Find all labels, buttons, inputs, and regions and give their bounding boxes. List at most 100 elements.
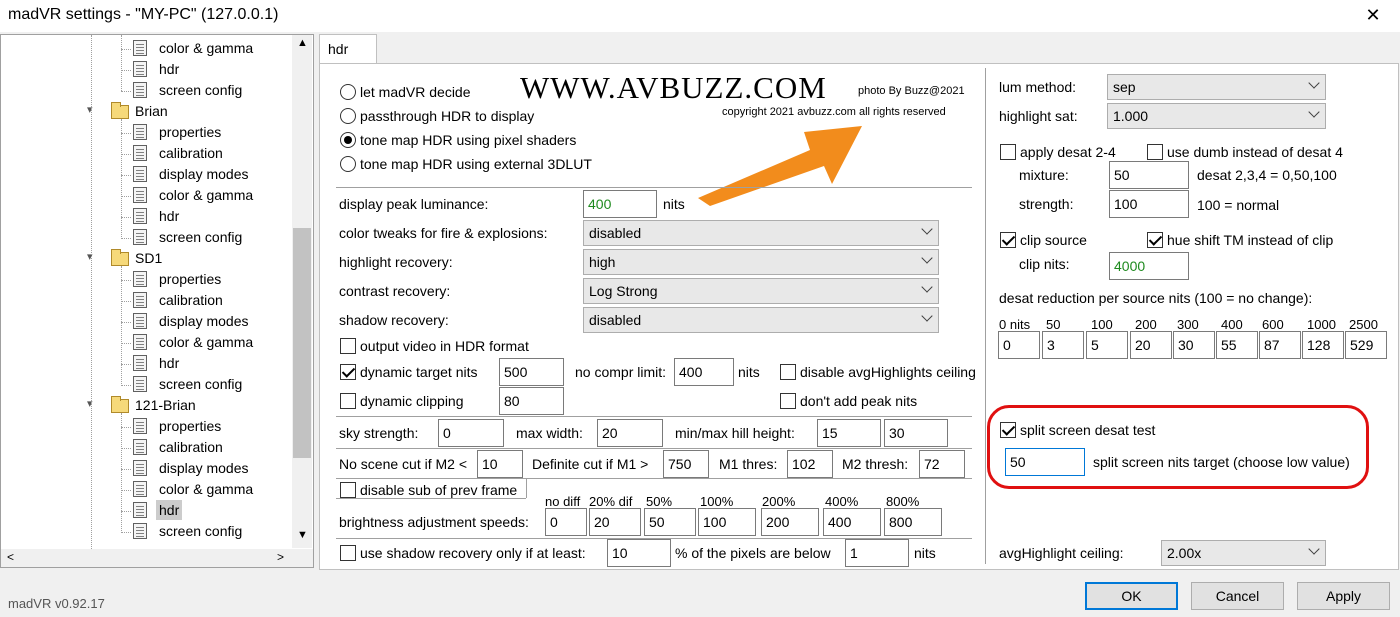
tree-item[interactable]: hdr	[156, 500, 183, 520]
definite-cut-input[interactable]: 750	[663, 450, 709, 478]
hdr-mode-radio[interactable]	[340, 132, 356, 148]
column-separator	[985, 68, 986, 564]
scroll-down-icon[interactable]: ▼	[297, 529, 308, 541]
brightness-speed-input[interactable]: 400	[823, 508, 881, 536]
tree-item[interactable]: hdr	[159, 59, 179, 79]
shadow-only-input[interactable]: 10	[607, 539, 671, 567]
tab-hdr[interactable]: hdr	[319, 34, 377, 64]
use-dumb-checkbox[interactable]	[1147, 144, 1163, 160]
disable-sub-checkbox[interactable]	[340, 482, 356, 498]
dont-add-peak-checkbox[interactable]	[780, 393, 796, 409]
close-icon[interactable]: ✕	[1346, 0, 1400, 32]
tree-item[interactable]: color & gamma	[159, 332, 253, 352]
apply-desat-checkbox[interactable]	[1000, 144, 1016, 160]
scroll-right-icon[interactable]: >	[277, 550, 284, 564]
no-compr-input[interactable]: 400	[674, 358, 734, 386]
hdr-mode-radio[interactable]	[340, 108, 356, 124]
tree-item[interactable]: screen config	[159, 80, 242, 100]
tree-scroll-thumb[interactable]	[293, 228, 311, 458]
tree-item[interactable]: color & gamma	[159, 38, 253, 58]
brightness-speed-input[interactable]: 800	[884, 508, 942, 536]
tree-item[interactable]: calibration	[159, 290, 223, 310]
tree-connector	[121, 301, 131, 302]
desat-value-input[interactable]: 55	[1216, 331, 1258, 359]
tree-item[interactable]: calibration	[159, 143, 223, 163]
separator	[336, 498, 526, 499]
strength-input[interactable]: 100	[1109, 190, 1189, 218]
dynamic-target-checkbox[interactable]	[340, 364, 356, 380]
clip-source-checkbox[interactable]	[1000, 232, 1016, 248]
max-hill-input[interactable]: 30	[884, 419, 948, 447]
tree-item[interactable]: hdr	[159, 353, 179, 373]
tree-item[interactable]: screen config	[159, 374, 242, 394]
desat-value-input[interactable]: 0	[998, 331, 1040, 359]
settings-page-icon	[133, 271, 147, 287]
brightness-speed-input[interactable]: 20	[589, 508, 641, 536]
tree-item[interactable]: properties	[159, 269, 221, 289]
color-tweaks-select[interactable]: disabled	[583, 220, 939, 246]
desat-value-input[interactable]: 30	[1173, 331, 1215, 359]
dynamic-clipping-checkbox[interactable]	[340, 393, 356, 409]
desat-value-input[interactable]: 20	[1130, 331, 1172, 359]
disable-avg-checkbox[interactable]	[780, 364, 796, 380]
tree-folder-item[interactable]: SD1	[135, 248, 162, 268]
dont-add-peak-label: don't add peak nits	[800, 393, 918, 409]
highlight-sat-select[interactable]: 1.000	[1107, 103, 1326, 129]
hdr-mode-radio[interactable]	[340, 156, 356, 172]
shadow-only-checkbox[interactable]	[340, 545, 356, 561]
sky-strength-input[interactable]: 0	[438, 419, 504, 447]
mixture-input[interactable]: 50	[1109, 161, 1189, 189]
tree-item[interactable]: properties	[159, 122, 221, 142]
hue-shift-checkbox[interactable]	[1147, 232, 1163, 248]
tree-item[interactable]: screen config	[159, 521, 242, 541]
highlight-recovery-select[interactable]: high	[583, 249, 939, 275]
scroll-left-icon[interactable]: <	[7, 550, 14, 564]
avg-ceiling-select[interactable]: 2.00x	[1161, 540, 1326, 566]
tree-item[interactable]: color & gamma	[159, 185, 253, 205]
tree-item[interactable]: hdr	[159, 206, 179, 226]
tree-item[interactable]: calibration	[159, 437, 223, 457]
brightness-speed-input[interactable]: 100	[698, 508, 756, 536]
settings-page-icon	[133, 334, 147, 350]
tree-item[interactable]: display modes	[159, 458, 249, 478]
tree-item[interactable]: properties	[159, 416, 221, 436]
desat-value-input[interactable]: 128	[1302, 331, 1344, 359]
desat-value-input[interactable]: 5	[1086, 331, 1128, 359]
tree-item[interactable]: display modes	[159, 164, 249, 184]
tree-item[interactable]: screen config	[159, 227, 242, 247]
tree-horizontal-scrollbar[interactable]: < >	[1, 549, 313, 567]
tree-folder-item[interactable]: Brian	[135, 101, 168, 121]
tree-item[interactable]: color & gamma	[159, 479, 253, 499]
display-peak-unit: nits	[663, 196, 685, 212]
m2-thresh-input[interactable]: 72	[919, 450, 965, 478]
hdr-mode-radio[interactable]	[340, 84, 356, 100]
no-scene-cut-input[interactable]: 10	[477, 450, 523, 478]
disable-sub-label: disable sub of prev frame	[360, 482, 518, 498]
settings-page-icon	[133, 124, 147, 140]
m1-thres-input[interactable]: 102	[787, 450, 833, 478]
shadow-recovery-select[interactable]: disabled	[583, 307, 939, 333]
contrast-recovery-select[interactable]: Log Strong	[583, 278, 939, 304]
desat-value-input[interactable]: 529	[1345, 331, 1387, 359]
scroll-up-icon[interactable]: ▲	[297, 37, 308, 49]
lum-method-select[interactable]: sep	[1107, 74, 1326, 100]
dynamic-target-input[interactable]: 500	[499, 358, 564, 386]
desat-value-input[interactable]: 87	[1259, 331, 1301, 359]
tree-connector	[121, 133, 131, 134]
cancel-button[interactable]: Cancel	[1191, 582, 1284, 610]
tree-folder-item[interactable]: 121-Brian	[135, 395, 196, 415]
clip-nits-input[interactable]: 4000	[1109, 252, 1189, 280]
display-peak-input[interactable]: 400	[583, 190, 657, 218]
brightness-speed-input[interactable]: 200	[761, 508, 819, 536]
brightness-speed-input[interactable]: 0	[545, 508, 587, 536]
max-width-input[interactable]: 20	[597, 419, 663, 447]
ok-button[interactable]: OK	[1085, 582, 1178, 610]
brightness-speed-input[interactable]: 50	[644, 508, 696, 536]
min-hill-input[interactable]: 15	[817, 419, 881, 447]
dynamic-clipping-input[interactable]: 80	[499, 387, 564, 415]
apply-button[interactable]: Apply	[1297, 582, 1390, 610]
output-hdr-checkbox[interactable]	[340, 338, 356, 354]
desat-value-input[interactable]: 3	[1042, 331, 1084, 359]
tree-item[interactable]: display modes	[159, 311, 249, 331]
pixels-below-input[interactable]: 1	[845, 539, 909, 567]
